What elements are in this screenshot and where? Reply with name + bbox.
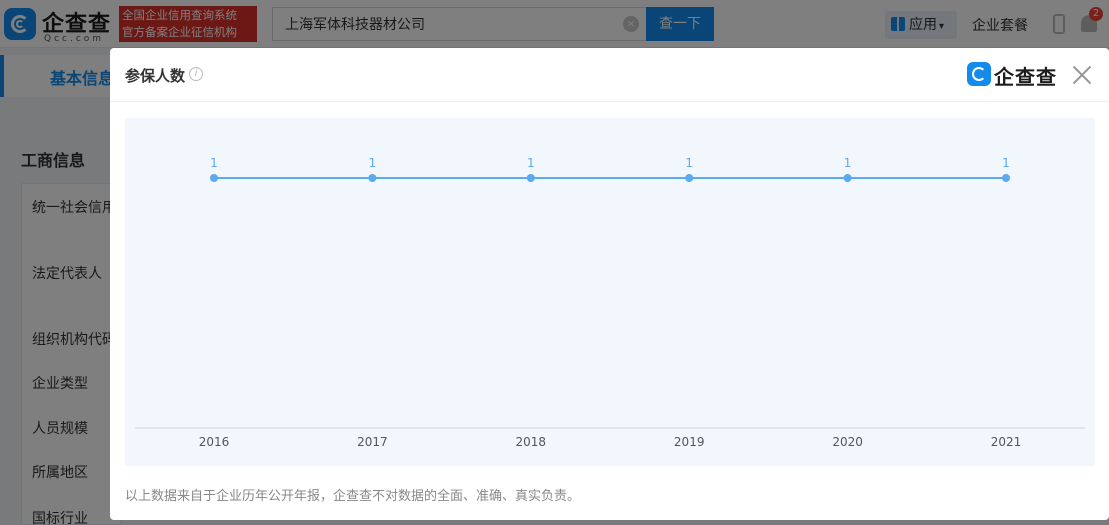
info-icon[interactable]: i (189, 67, 203, 81)
data-point (526, 174, 535, 182)
insured-count-modal: 参保人数 i 企查查 1 1 1 1 1 1 2016 2017 2018 2019 2020 202… (110, 48, 1109, 520)
modal-logo: 企查查 (967, 62, 1059, 89)
close-icon[interactable] (1070, 63, 1094, 87)
data-label: 1 (1002, 156, 1010, 170)
line-chart-svg: 1 1 1 1 1 1 2016 2017 2018 2019 2020 2021 (135, 156, 1085, 449)
modal-header: 参保人数 i 企查查 (110, 48, 1109, 102)
data-point (685, 174, 694, 182)
data-point (368, 174, 377, 182)
x-tick-label: 2016 (199, 435, 230, 449)
data-point (843, 174, 852, 182)
data-point (1002, 174, 1010, 182)
modal-logo-text: 企查查 (994, 65, 1057, 89)
data-label: 1 (844, 156, 852, 170)
x-tick-label: 2020 (832, 435, 863, 449)
x-tick-label: 2021 (991, 435, 1022, 449)
modal-title: 参保人数 (125, 67, 186, 85)
data-label: 1 (527, 156, 535, 170)
data-label: 1 (369, 156, 377, 170)
insured-count-chart: 1 1 1 1 1 1 2016 2017 2018 2019 2020 2021 (125, 118, 1095, 466)
x-tick-label: 2017 (357, 435, 388, 449)
data-point (210, 174, 218, 182)
logo-mark-icon (967, 62, 991, 86)
x-tick-label: 2018 (516, 435, 547, 449)
data-source-note: 以上数据来自于企业历年公开年报，企查查不对数据的全面、准确、真实负责。 (125, 489, 581, 504)
data-label: 1 (210, 156, 218, 170)
data-label: 1 (685, 156, 693, 170)
x-tick-label: 2019 (674, 435, 705, 449)
